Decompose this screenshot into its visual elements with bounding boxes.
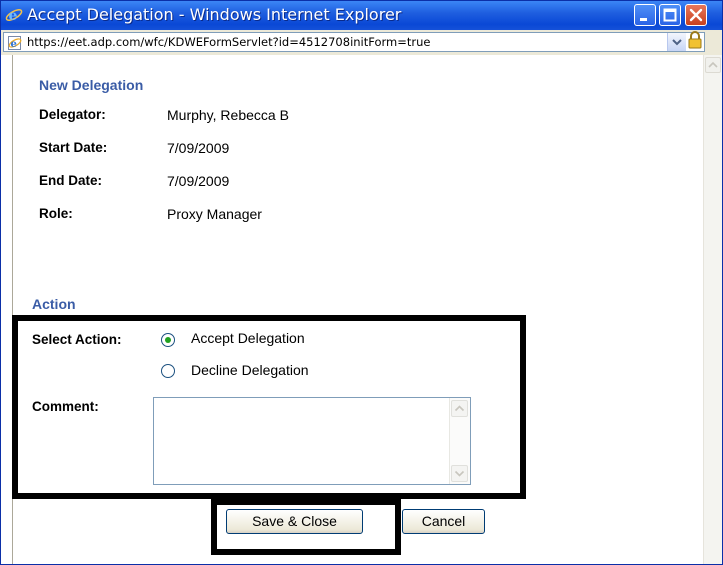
start-date-value: 7/09/2009 (167, 140, 230, 156)
svg-text:e: e (9, 8, 18, 24)
url-field[interactable]: e https://eet.adp.com/wfc/KDWEFormServle… (3, 32, 705, 52)
role-label: Role: (39, 206, 73, 221)
save-highlight-box (211, 499, 401, 555)
address-bar: e https://eet.adp.com/wfc/KDWEFormServle… (1, 30, 722, 55)
url-dropdown-button[interactable] (667, 33, 686, 51)
role-value: Proxy Manager (167, 206, 262, 222)
new-delegation-title: New Delegation (39, 77, 144, 93)
scroll-up-arrow[interactable] (705, 57, 721, 73)
page-icon: e (7, 35, 23, 51)
cancel-button[interactable]: Cancel (402, 509, 485, 534)
delegator-label: Delegator: (39, 107, 106, 122)
url-text: https://eet.adp.com/wfc/KDWEFormServlet?… (27, 35, 431, 49)
delegator-value: Murphy, Rebecca B (167, 107, 289, 123)
window-title: Accept Delegation - Windows Internet Exp… (27, 5, 402, 24)
close-button[interactable] (685, 4, 707, 26)
vertical-scrollbar[interactable] (703, 55, 722, 564)
ie-icon: e (5, 6, 23, 24)
title-bar[interactable]: e Accept Delegation - Windows Internet E… (1, 1, 722, 30)
browser-window: e Accept Delegation - Windows Internet E… (0, 0, 723, 565)
minimize-button[interactable] (634, 4, 656, 26)
action-title: Action (32, 296, 76, 312)
lock-icon[interactable] (687, 31, 703, 49)
maximize-button[interactable] (659, 4, 681, 26)
end-date-value: 7/09/2009 (167, 173, 230, 189)
svg-text:e: e (11, 39, 17, 50)
action-highlight-box (12, 315, 526, 499)
start-date-label: Start Date: (39, 140, 108, 155)
end-date-label: End Date: (39, 173, 103, 188)
